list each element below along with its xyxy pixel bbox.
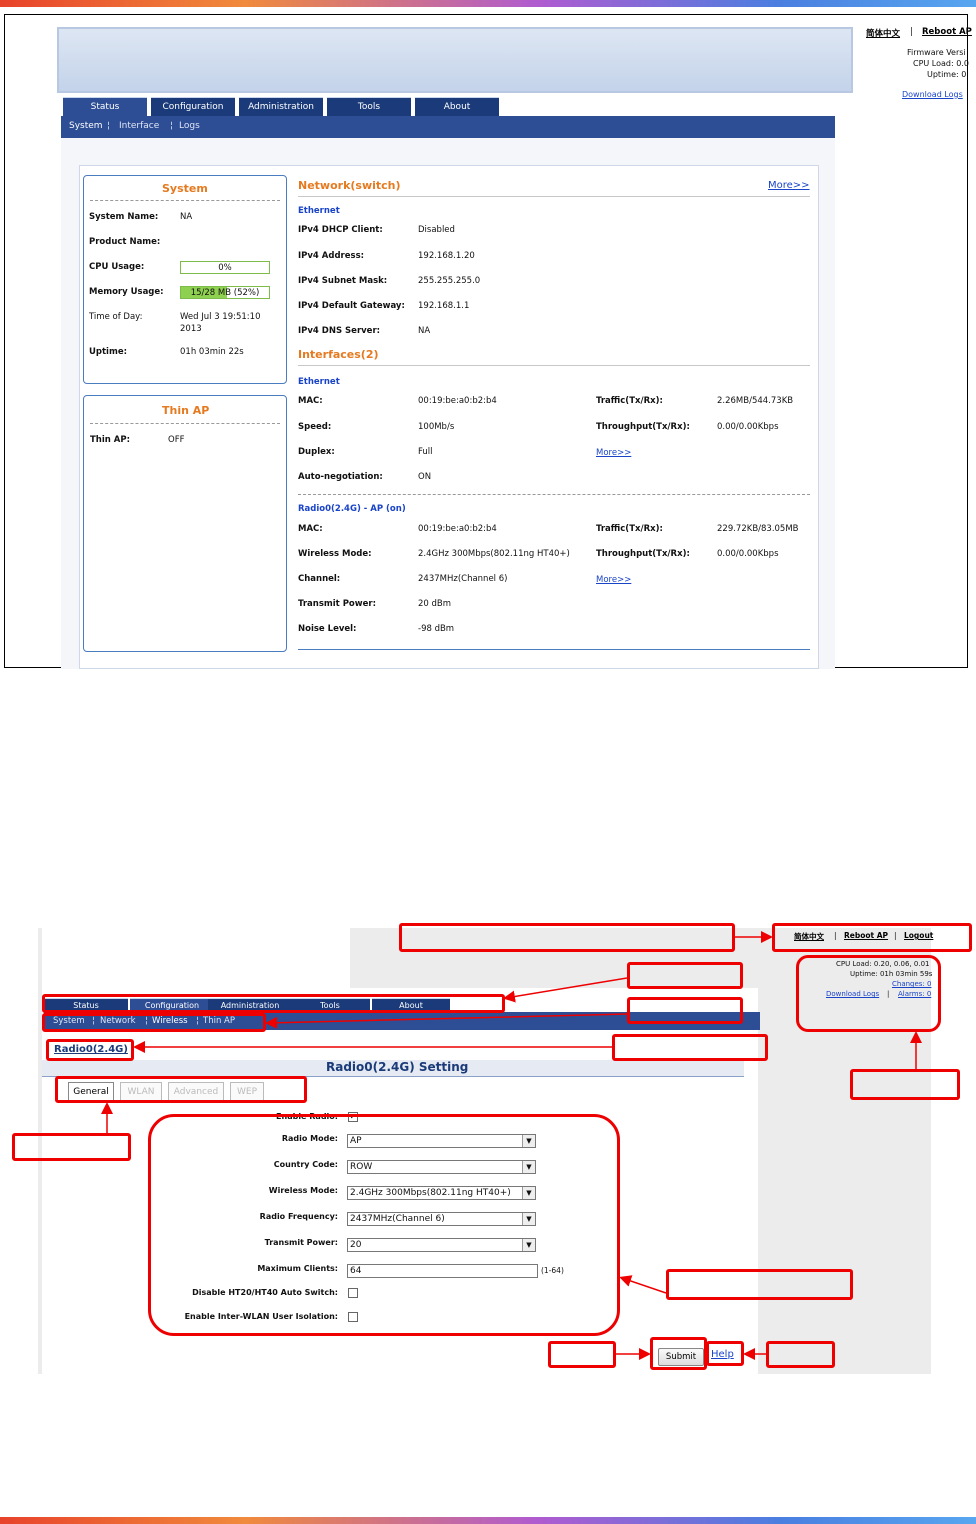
- annotation-arrows: [101, 931, 922, 1360]
